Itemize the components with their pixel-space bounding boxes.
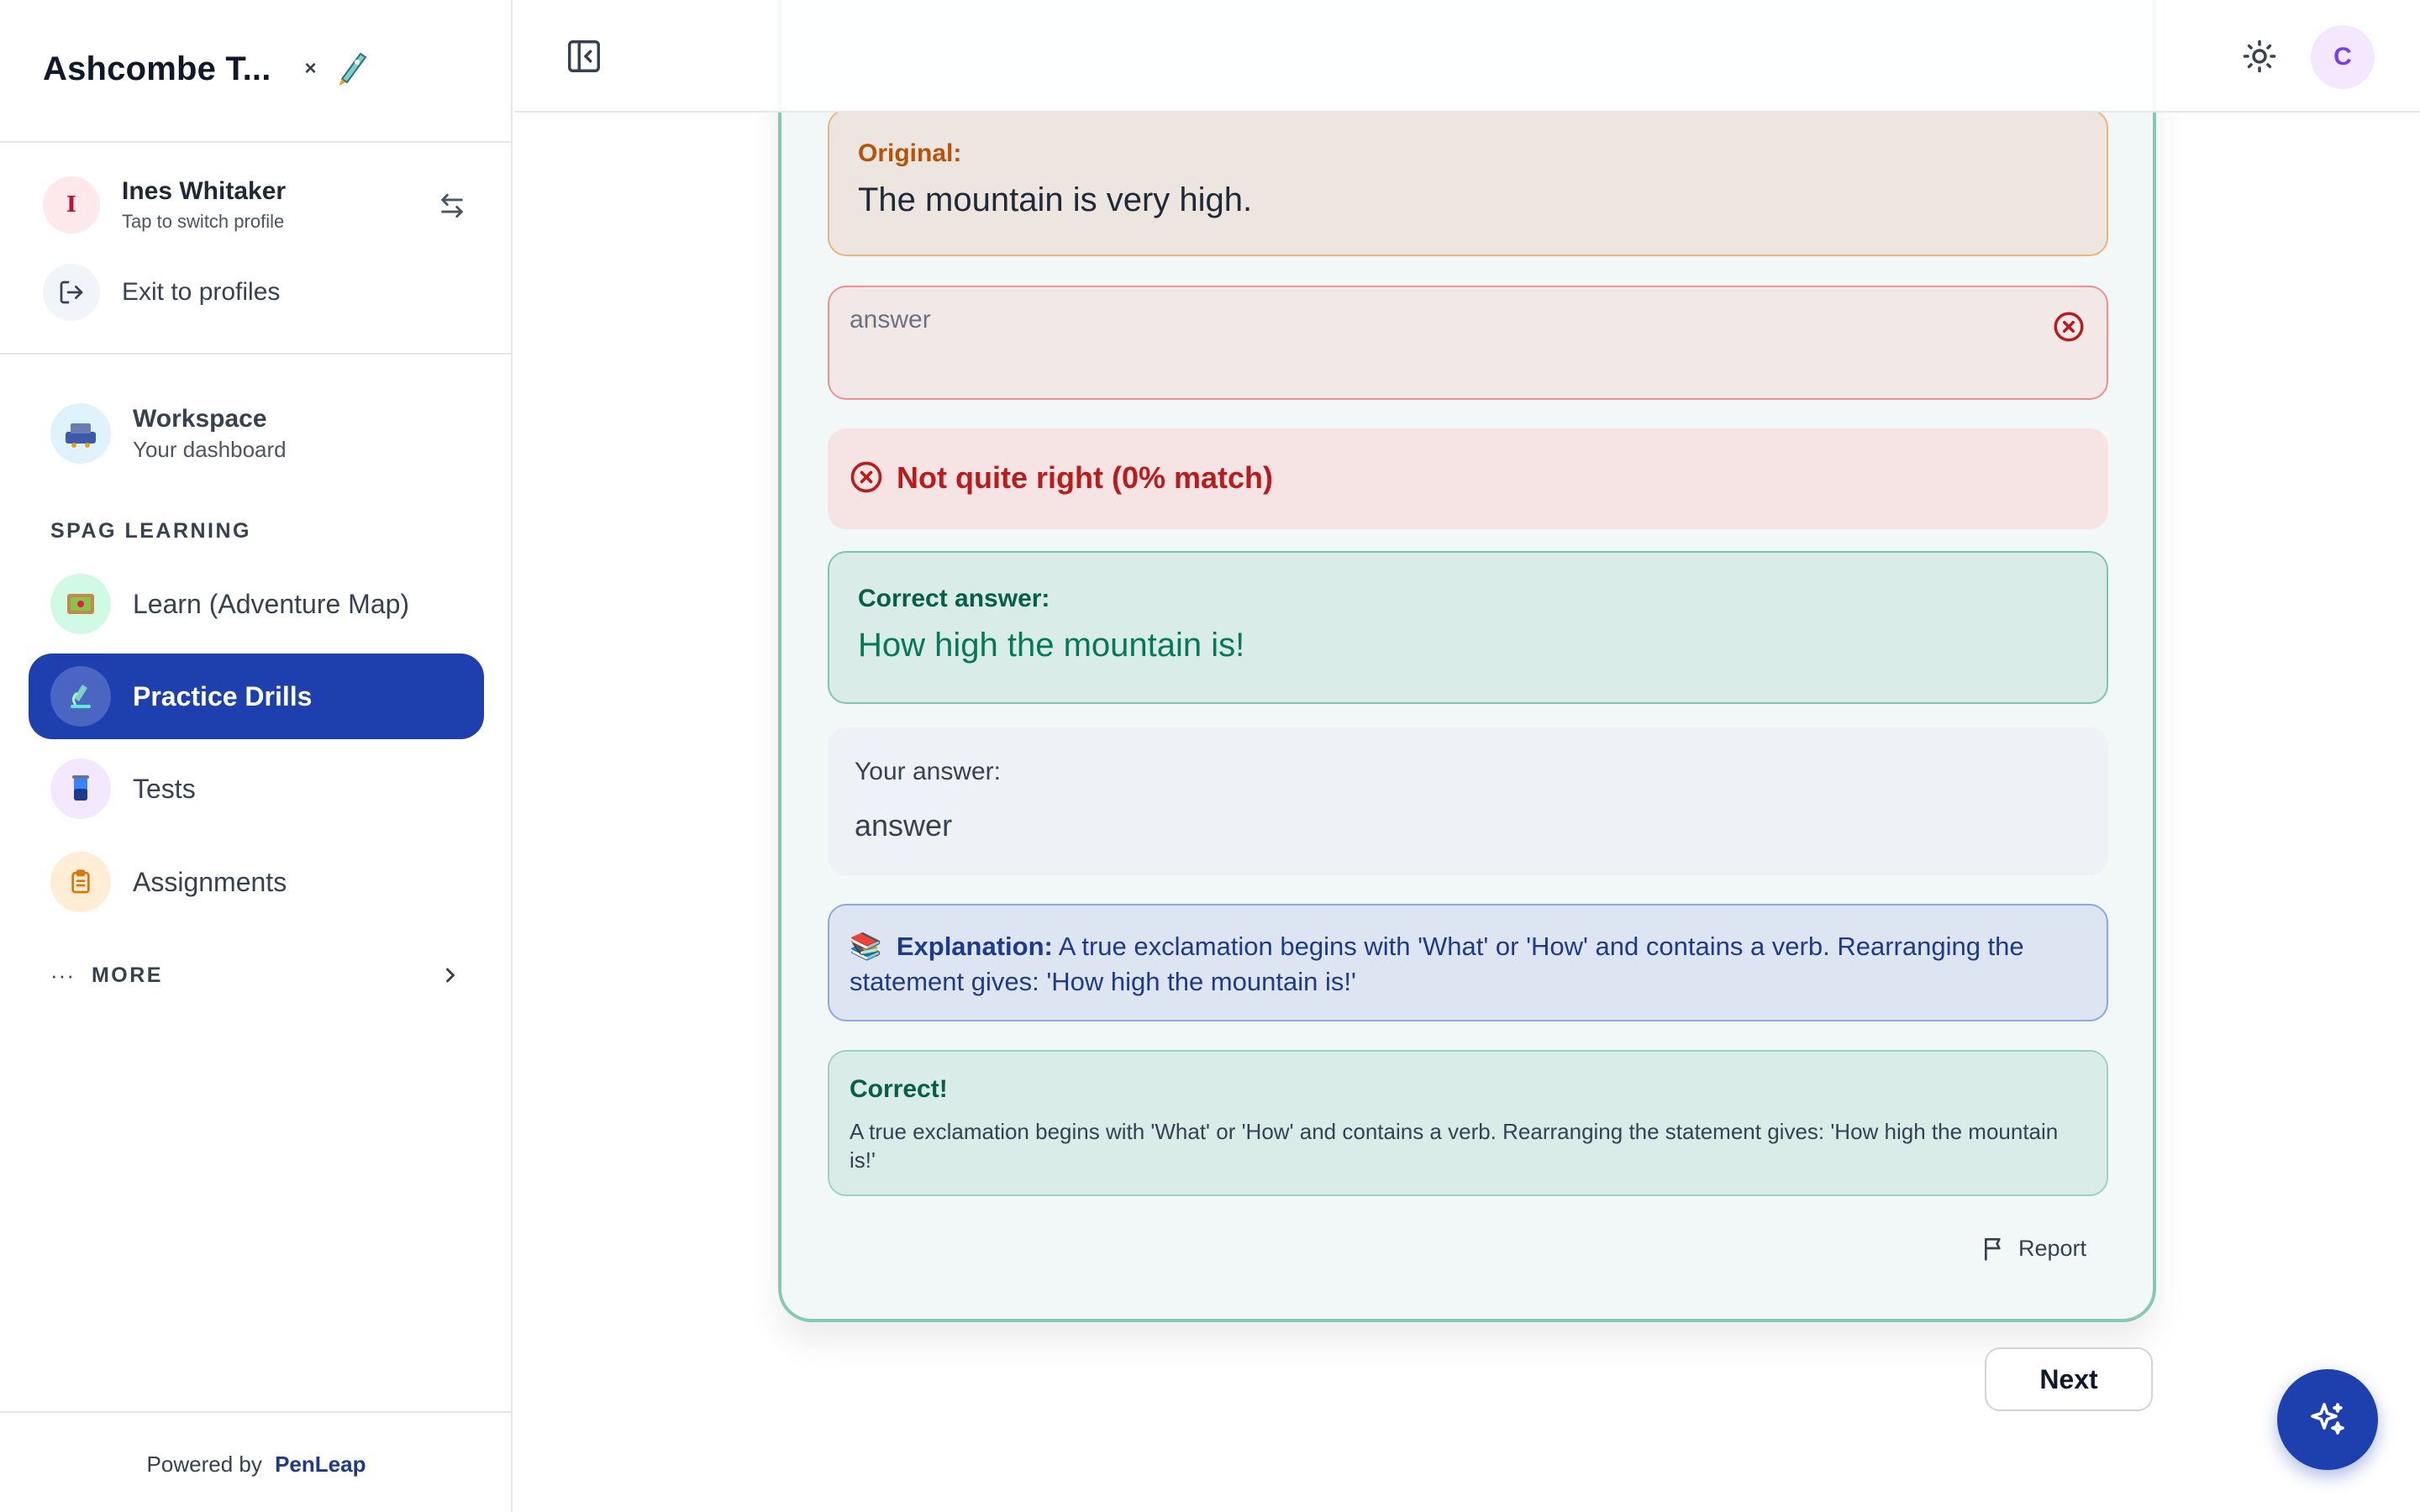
feedback-title: Correct!: [850, 1075, 948, 1103]
sparkles-icon: [2311, 1403, 2344, 1435]
brand: Ashcombe T... ×: [43, 44, 369, 94]
brand-title: Ashcombe T...: [43, 50, 271, 87]
feedback-box: Correct! A true exclamation begins with …: [828, 1050, 2108, 1196]
more-dots-icon: ···: [50, 962, 75, 988]
top-header: C: [514, 0, 2420, 113]
powered-brand-link[interactable]: PenLeap: [275, 1452, 366, 1477]
report-label: Report: [2018, 1235, 2087, 1261]
sidebar-collapse-icon[interactable]: [565, 37, 603, 76]
correct-answer-text: How high the mountain is!: [858, 627, 1245, 664]
your-answer-label: Your answer:: [855, 758, 1001, 785]
answer-input[interactable]: answer: [828, 286, 2108, 400]
profile-subtitle: Tap to switch profile: [122, 211, 285, 232]
feedback-text: A true exclamation begins with 'What' or…: [850, 1119, 2059, 1173]
divider: [0, 1411, 513, 1413]
your-answer-text: answer: [855, 808, 953, 843]
exit-label: Exit to profiles: [122, 278, 281, 306]
more-label: MORE: [91, 963, 163, 987]
books-icon: 📚: [850, 932, 882, 961]
more-button[interactable]: ··· MORE: [50, 960, 462, 990]
result-banner: Not quite right (0% match): [828, 428, 2108, 529]
original-text: The mountain is very high.: [858, 181, 1253, 218]
exit-icon: [43, 264, 100, 321]
sidebar-item-label: Tests: [133, 773, 196, 804]
profile-switcher[interactable]: I Ines Whitaker Tap to switch profile: [43, 175, 471, 235]
original-label: Original:: [858, 139, 962, 167]
section-label: SPAG LEARNING: [50, 519, 251, 543]
avatar: I: [43, 176, 100, 234]
workspace-icon: [50, 403, 111, 464]
sidebar: Ashcombe T... × I Ines Whitaker Tap to s…: [0, 0, 513, 1512]
sidebar-item-tests[interactable]: Tests: [29, 746, 484, 832]
powered-prefix: Powered by: [146, 1452, 262, 1477]
flag-icon: [1985, 1238, 2001, 1261]
chevron-right-icon: [446, 968, 455, 983]
explanation-box: 📚 Explanation: A true exclamation begins…: [828, 904, 2108, 1021]
correct-answer-box: Correct answer: How high the mountain is…: [828, 551, 2108, 704]
close-tab-icon[interactable]: ×: [305, 57, 317, 81]
ai-assistant-button[interactable]: [2277, 1369, 2378, 1470]
microscope-icon: [50, 666, 111, 727]
test-tube-icon: [50, 759, 111, 819]
sun-icon[interactable]: [2242, 39, 2277, 74]
profile-name: Ines Whitaker: [122, 177, 287, 205]
rocket-icon: [338, 52, 366, 86]
original-sentence-box: Original: The mountain is very high.: [828, 109, 2108, 256]
correct-answer-label: Correct answer:: [858, 585, 1050, 612]
map-icon: [50, 574, 111, 634]
answer-input-value: answer: [850, 306, 931, 333]
your-answer-box: Your answer: answer: [828, 727, 2108, 875]
exit-to-profiles-button[interactable]: Exit to profiles: [43, 264, 280, 321]
workspace-subtitle: Your dashboard: [133, 436, 287, 462]
next-button[interactable]: Next: [1985, 1347, 2153, 1411]
sidebar-item-label: Learn (Adventure Map): [133, 588, 410, 619]
sidebar-item-practice-drills[interactable]: Practice Drills: [29, 654, 484, 739]
switch-arrows-icon[interactable]: [438, 192, 466, 220]
sidebar-item-workspace[interactable]: Workspace Your dashboard: [29, 391, 484, 475]
powered-by: Powered by PenLeap: [0, 1452, 513, 1478]
workspace-label: Workspace: [133, 404, 267, 433]
error-circle-icon: [2054, 312, 2084, 342]
report-button[interactable]: Report: [1981, 1231, 2086, 1265]
divider: [0, 141, 513, 143]
sidebar-item-label: Assignments: [133, 866, 287, 897]
sidebar-item-learn[interactable]: Learn (Adventure Map): [29, 561, 484, 647]
explanation-label: Explanation:: [896, 932, 1053, 961]
clipboard-icon: [50, 852, 111, 912]
sidebar-item-assignments[interactable]: Assignments: [29, 839, 484, 925]
divider: [0, 353, 513, 354]
user-avatar[interactable]: C: [2311, 25, 2375, 89]
result-text: Not quite right (0% match): [897, 460, 1273, 495]
sidebar-item-label: Practice Drills: [133, 680, 313, 711]
error-circle-icon: [850, 461, 882, 493]
